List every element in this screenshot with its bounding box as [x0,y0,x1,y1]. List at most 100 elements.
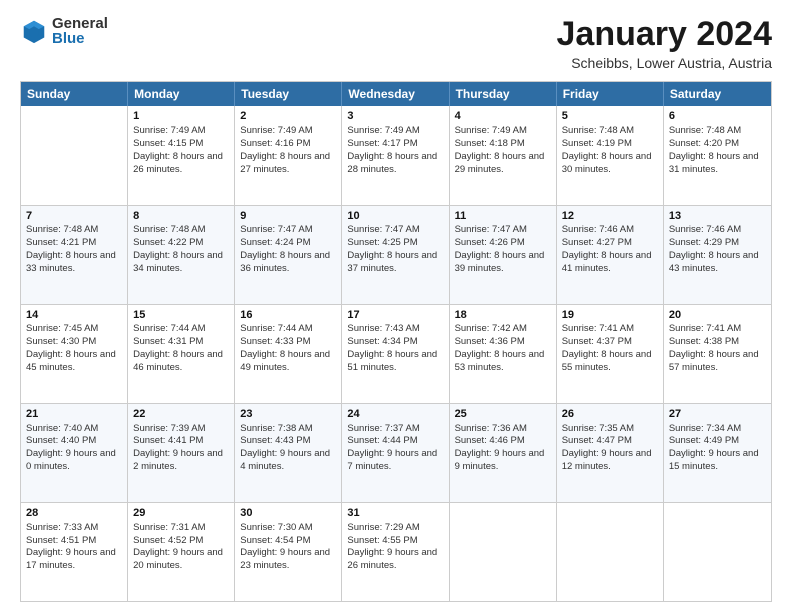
header-day-sunday: Sunday [21,82,128,106]
sunset-text: Sunset: 4:22 PM [133,237,203,248]
daylight-text: Daylight: 8 hours and 26 minutes. [133,151,223,175]
sunset-text: Sunset: 4:31 PM [133,336,203,347]
calendar-cell-4-3: 31Sunrise: 7:29 AMSunset: 4:55 PMDayligh… [342,503,449,601]
sunset-text: Sunset: 4:16 PM [240,138,310,149]
calendar-cell-3-4: 25Sunrise: 7:36 AMSunset: 4:46 PMDayligh… [450,404,557,502]
sunset-text: Sunset: 4:52 PM [133,535,203,546]
day-number: 30 [240,506,336,521]
sunset-text: Sunset: 4:46 PM [455,435,525,446]
daylight-text: Daylight: 8 hours and 37 minutes. [347,250,437,274]
sunrise-text: Sunrise: 7:42 AM [455,323,527,334]
subtitle: Scheibbs, Lower Austria, Austria [557,55,773,71]
daylight-text: Daylight: 8 hours and 49 minutes. [240,349,330,373]
daylight-text: Daylight: 8 hours and 39 minutes. [455,250,545,274]
calendar-cell-4-2: 30Sunrise: 7:30 AM Sunset: 4:54 PMDayligh… [235,503,342,601]
calendar-cell-3-0: 21Sunrise: 7:40 AMSunset: 4:40 PMDayligh… [21,404,128,502]
sunset-text: Sunset: 4:33 PM [240,336,310,347]
header: General Blue January 2024 Scheibbs, Lowe… [20,16,772,71]
sunset-text: Sunset: 4:18 PM [455,138,525,149]
day-number: 15 [133,308,229,323]
daylight-text: Daylight: 8 hours and 28 minutes. [347,151,437,175]
main-title: January 2024 [557,16,773,53]
daylight-text: Daylight: 8 hours and 46 minutes. [133,349,223,373]
day-number: 29 [133,506,229,521]
calendar-header: SundayMondayTuesdayWednesdayThursdayFrid… [21,82,771,106]
header-day-friday: Friday [557,82,664,106]
calendar-cell-2-0: 14Sunrise: 7:45 AMSunset: 4:30 PMDayligh… [21,305,128,403]
sunset-text: Sunset: 4:43 PM [240,435,310,446]
day-number: 26 [562,407,658,422]
sunrise-text: Sunrise: 7:48 AM [26,224,98,235]
sunset-text: Sunset: 4:26 PM [455,237,525,248]
calendar-cell-3-3: 24Sunrise: 7:37 AMSunset: 4:44 PMDayligh… [342,404,449,502]
title-block: January 2024 Scheibbs, Lower Austria, Au… [557,16,773,71]
calendar-cell-4-0: 28Sunrise: 7:33 AMSunset: 4:51 PMDayligh… [21,503,128,601]
sunset-text: Sunset: 4:19 PM [562,138,632,149]
daylight-text: Daylight: 8 hours and 43 minutes. [669,250,759,274]
day-number: 25 [455,407,551,422]
sunrise-text: Sunrise: 7:41 AM [669,323,741,334]
sunrise-text: Sunrise: 7:48 AM [133,224,205,235]
calendar: SundayMondayTuesdayWednesdayThursdayFrid… [20,81,772,602]
sunrise-text: Sunrise: 7:43 AM [347,323,419,334]
header-day-monday: Monday [128,82,235,106]
day-number: 18 [455,308,551,323]
daylight-text: Daylight: 8 hours and 45 minutes. [26,349,116,373]
day-number: 24 [347,407,443,422]
header-day-saturday: Saturday [664,82,771,106]
sunrise-text: Sunrise: 7:48 AM [562,125,634,136]
sunrise-text: Sunrise: 7:40 AM [26,423,98,434]
daylight-text: Daylight: 8 hours and 36 minutes. [240,250,330,274]
calendar-cell-1-5: 12Sunrise: 7:46 AMSunset: 4:27 PMDayligh… [557,206,664,304]
sunrise-text: Sunrise: 7:45 AM [26,323,98,334]
day-number: 13 [669,209,766,224]
sunrise-text: Sunrise: 7:34 AM [669,423,741,434]
daylight-text: Daylight: 9 hours and 12 minutes. [562,448,652,472]
sunset-text: Sunset: 4:36 PM [455,336,525,347]
sunset-text: Sunset: 4:47 PM [562,435,632,446]
sunrise-text: Sunrise: 7:30 AM [240,522,312,533]
day-number: 2 [240,109,336,124]
logo-general-text: General [52,16,108,31]
sunrise-text: Sunrise: 7:46 AM [562,224,634,235]
sunset-text: Sunset: 4:20 PM [669,138,739,149]
daylight-text: Daylight: 8 hours and 29 minutes. [455,151,545,175]
day-number: 23 [240,407,336,422]
sunset-text: Sunset: 4:30 PM [26,336,96,347]
daylight-text: Daylight: 8 hours and 27 minutes. [240,151,330,175]
day-number: 9 [240,209,336,224]
calendar-row-3: 21Sunrise: 7:40 AMSunset: 4:40 PMDayligh… [21,403,771,502]
sunrise-text: Sunrise: 7:49 AM [347,125,419,136]
calendar-row-2: 14Sunrise: 7:45 AMSunset: 4:30 PMDayligh… [21,304,771,403]
daylight-text: Daylight: 8 hours and 57 minutes. [669,349,759,373]
day-number: 28 [26,506,122,521]
calendar-cell-0-6: 6Sunrise: 7:48 AMSunset: 4:20 PMDaylight… [664,106,771,204]
calendar-cell-1-1: 8Sunrise: 7:48 AMSunset: 4:22 PMDaylight… [128,206,235,304]
sunrise-text: Sunrise: 7:29 AM [347,522,419,533]
daylight-text: Daylight: 9 hours and 23 minutes. [240,547,330,571]
calendar-cell-3-6: 27Sunrise: 7:34 AMSunset: 4:49 PMDayligh… [664,404,771,502]
day-number: 16 [240,308,336,323]
calendar-row-1: 7Sunrise: 7:48 AMSunset: 4:21 PMDaylight… [21,205,771,304]
calendar-cell-2-3: 17Sunrise: 7:43 AMSunset: 4:34 PMDayligh… [342,305,449,403]
daylight-text: Daylight: 9 hours and 26 minutes. [347,547,437,571]
logo: General Blue [20,16,108,46]
sunset-text: Sunset: 4:24 PM [240,237,310,248]
sunrise-text: Sunrise: 7:35 AM [562,423,634,434]
sunset-text: Sunset: 4:40 PM [26,435,96,446]
sunset-text: Sunset: 4:41 PM [133,435,203,446]
sunset-text: Sunset: 4:29 PM [669,237,739,248]
daylight-text: Daylight: 9 hours and 9 minutes. [455,448,545,472]
calendar-body: 1Sunrise: 7:49 AMSunset: 4:15 PMDaylight… [21,106,771,601]
calendar-cell-3-2: 23Sunrise: 7:38 AMSunset: 4:43 PMDayligh… [235,404,342,502]
logo-icon [20,17,48,45]
sunrise-text: Sunrise: 7:31 AM [133,522,205,533]
calendar-cell-0-2: 2Sunrise: 7:49 AMSunset: 4:16 PMDaylight… [235,106,342,204]
calendar-cell-1-6: 13Sunrise: 7:46 AMSunset: 4:29 PMDayligh… [664,206,771,304]
day-number: 22 [133,407,229,422]
daylight-text: Daylight: 8 hours and 41 minutes. [562,250,652,274]
daylight-text: Daylight: 8 hours and 33 minutes. [26,250,116,274]
calendar-cell-2-6: 20Sunrise: 7:41 AMSunset: 4:38 PMDayligh… [664,305,771,403]
daylight-text: Daylight: 8 hours and 53 minutes. [455,349,545,373]
sunset-text: Sunset: 4:54 PM [240,535,310,546]
